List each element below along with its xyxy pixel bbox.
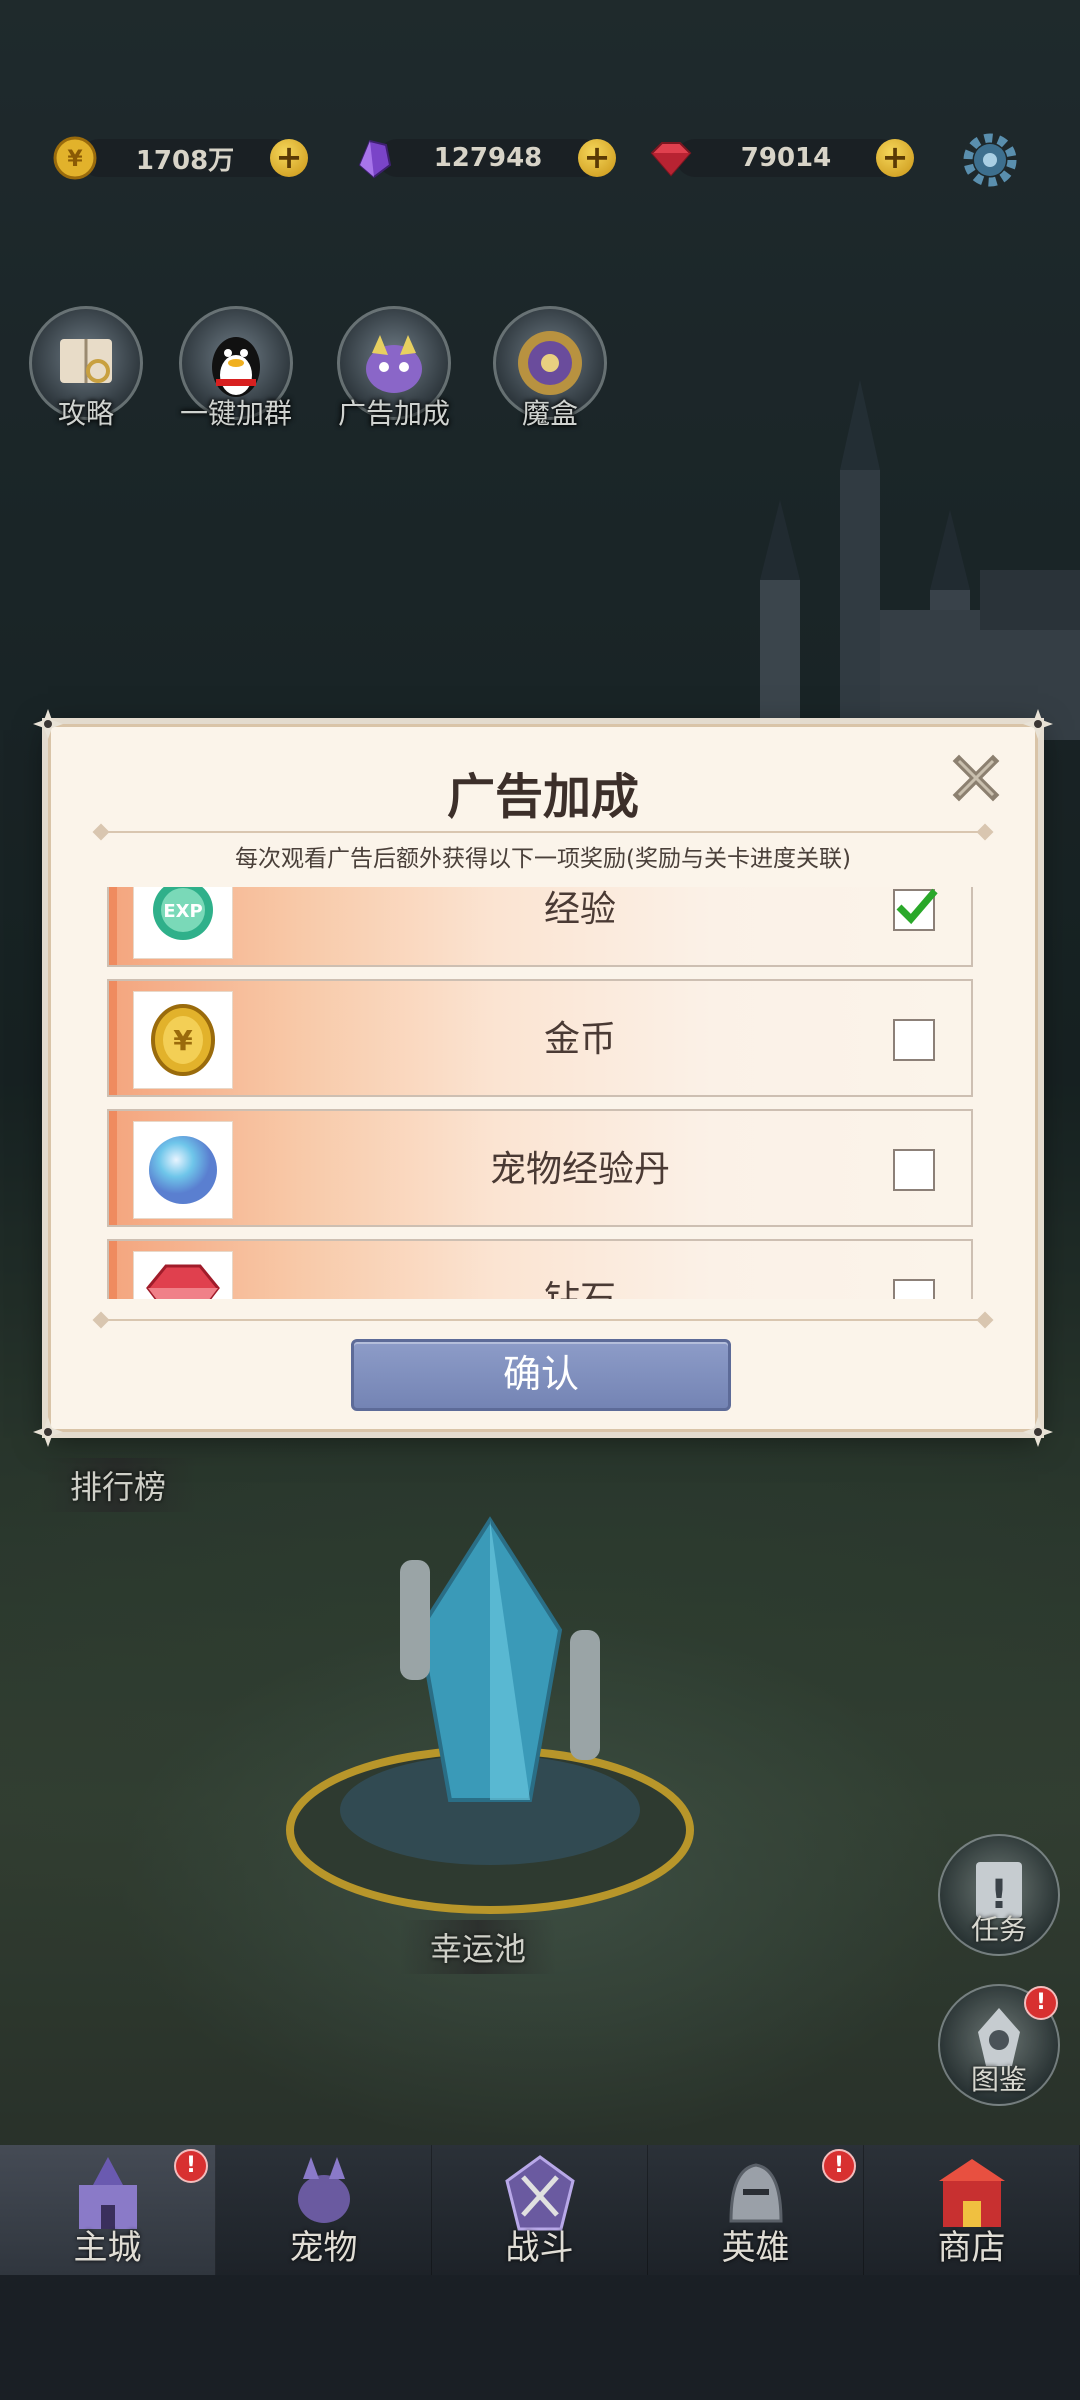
reward-checkbox[interactable] xyxy=(893,888,938,931)
magic-box-button[interactable]: 魔盒 xyxy=(490,306,610,432)
magic-box-label: 魔盒 xyxy=(521,397,578,430)
tab-label: 主城 xyxy=(73,2228,142,2268)
bottom-navigation: 主城 ! 宠物 战斗 英雄 ! 商店 xyxy=(0,2145,1080,2275)
row-stripe xyxy=(109,981,117,1095)
pet-exp-pill-icon xyxy=(149,1136,217,1204)
reward-option-gold[interactable]: ¥ 金币 xyxy=(107,979,973,1097)
lucky-pool-crystal[interactable] xyxy=(270,1510,710,1930)
reward-item-frame xyxy=(133,1121,233,1219)
tab-label: 战斗 xyxy=(505,2228,574,2268)
reward-name: 经验 xyxy=(543,889,616,930)
task-button[interactable]: ! 任务 xyxy=(938,1834,1060,1956)
add-gem-button[interactable]: + xyxy=(876,139,914,177)
gold-amount: 1708万 + xyxy=(80,139,308,177)
close-icon[interactable] xyxy=(951,753,1001,803)
tab-label: 商店 xyxy=(937,2228,1006,2268)
guide-label: 攻略 xyxy=(57,397,114,430)
reward-option-pet-exp[interactable]: 宠物经验丹 xyxy=(107,1109,973,1227)
tab-battle[interactable]: 战斗 xyxy=(432,2145,648,2275)
gem-amount: 79014 + xyxy=(676,139,914,177)
reward-name: 宠物经验丹 xyxy=(489,1149,670,1190)
corner-ornament-icon xyxy=(1023,709,1053,739)
ad-bonus-button[interactable]: 广告加成 xyxy=(334,306,454,432)
lucky-pool-label[interactable]: 幸运池 xyxy=(400,1920,557,1974)
gem-currency: 79014 + xyxy=(648,135,914,181)
diamond-icon xyxy=(146,1264,220,1299)
tab-main-city[interactable]: 主城 ! xyxy=(0,2145,216,2275)
gold-value: 1708万 xyxy=(135,145,235,176)
gold-coin-icon: ¥ xyxy=(151,1004,215,1076)
ad-bonus-label: 广告加成 xyxy=(337,397,450,430)
confirm-button[interactable]: 确认 xyxy=(351,1339,731,1411)
purple-crystal-icon xyxy=(358,139,392,179)
reward-option-diamond[interactable]: 钻石 xyxy=(107,1239,973,1299)
add-crystal-button[interactable]: + xyxy=(578,139,616,177)
crystal-currency: 127948 + xyxy=(350,135,616,181)
reward-list[interactable]: EXP 经验 ¥ 金币 宠物经验丹 xyxy=(107,887,977,1299)
tab-pet[interactable]: 宠物 xyxy=(216,2145,432,2275)
svg-text:¥: ¥ xyxy=(67,147,83,172)
reward-item-frame: EXP xyxy=(133,887,233,959)
join-group-button[interactable]: 一键加群 xyxy=(176,306,296,432)
row-stripe xyxy=(109,887,117,965)
codex-alert-badge: ! xyxy=(1024,1986,1058,2020)
red-gem-icon xyxy=(650,142,692,177)
gem-value: 79014 xyxy=(740,143,832,173)
tab-label: 英雄 xyxy=(721,2228,790,2268)
reward-name: 钻石 xyxy=(309,1241,851,1299)
svg-text:EXP: EXP xyxy=(163,901,202,922)
alert-badge: ! xyxy=(174,2149,208,2183)
add-gold-button[interactable]: + xyxy=(270,139,308,177)
crystal-amount: 127948 + xyxy=(378,139,616,177)
corner-ornament-icon xyxy=(1023,1417,1053,1447)
reward-checkbox[interactable] xyxy=(893,1279,935,1299)
row-stripe xyxy=(109,1111,117,1225)
divider xyxy=(101,1319,985,1321)
tab-label: 宠物 xyxy=(289,2228,358,2268)
exp-orb-icon: EXP xyxy=(153,887,213,940)
gold-coin-icon: ¥ xyxy=(53,136,97,180)
guide-button[interactable]: 攻略 xyxy=(26,306,146,432)
reward-item-frame xyxy=(133,1251,233,1299)
reward-checkbox[interactable] xyxy=(893,1149,935,1191)
dialog-subtitle: 每次观看广告后额外获得以下一项奖励(奖励与关卡进度关联) xyxy=(235,846,851,872)
divider xyxy=(101,831,985,833)
crystal-value: 127948 xyxy=(433,143,543,173)
row-stripe xyxy=(109,1241,117,1299)
system-navigation-area xyxy=(0,2275,1080,2400)
reward-item-frame: ¥ xyxy=(133,991,233,1089)
tab-hero[interactable]: 英雄 ! xyxy=(648,2145,864,2275)
reward-name: 金币 xyxy=(543,1019,616,1060)
task-label: 任务 xyxy=(970,1913,1027,1946)
svg-text:¥: ¥ xyxy=(173,1024,193,1057)
reward-checkbox[interactable] xyxy=(893,1019,935,1061)
corner-ornament-icon xyxy=(33,1417,63,1447)
reward-option-exp[interactable]: EXP 经验 xyxy=(107,887,973,967)
checkmark-icon xyxy=(896,888,938,925)
join-group-label: 一键加群 xyxy=(179,397,292,430)
ad-bonus-dialog: 广告加成 每次观看广告后额外获得以下一项奖励(奖励与关卡进度关联) EXP 经验… xyxy=(33,709,1053,1447)
dialog-title: 广告加成 xyxy=(446,769,639,825)
alert-badge: ! xyxy=(822,2149,856,2183)
corner-ornament-icon xyxy=(33,709,63,739)
ranking-label[interactable]: 排行榜 xyxy=(40,1458,197,1512)
codex-label: 图鉴 xyxy=(970,2063,1027,2096)
tab-shop[interactable]: 商店 xyxy=(864,2145,1080,2275)
gold-currency: ¥ 1708万 + xyxy=(52,135,308,181)
settings-gear-icon[interactable] xyxy=(958,128,1022,192)
